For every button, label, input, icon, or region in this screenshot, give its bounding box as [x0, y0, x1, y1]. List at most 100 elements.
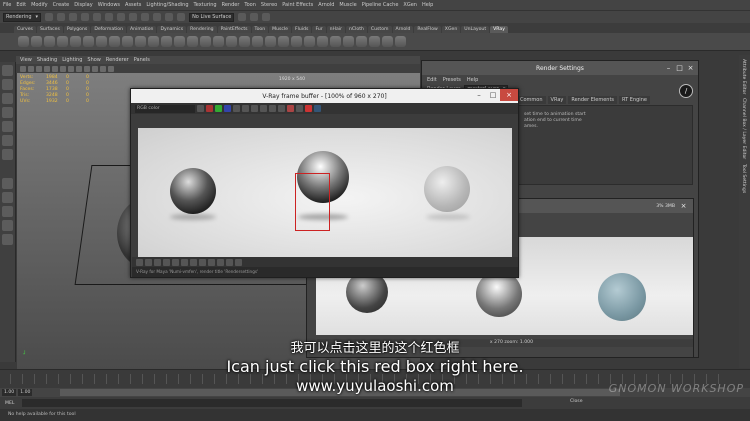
bookmark-icon[interactable]	[28, 65, 34, 72]
resolution-gate-icon[interactable]	[60, 65, 66, 72]
shelf-tool-icon[interactable]	[239, 36, 250, 47]
rotate-tool-icon[interactable]	[2, 121, 13, 132]
two-pane-icon[interactable]	[2, 206, 13, 217]
menu-item[interactable]: Display	[74, 2, 92, 8]
shelf-tab[interactable]: RealFlow	[414, 26, 441, 33]
shelf-tab[interactable]: Polygons	[63, 26, 91, 33]
lens-effects-icon[interactable]	[199, 258, 206, 266]
shelf-tool-icon[interactable]	[109, 36, 120, 47]
new-scene-icon[interactable]	[45, 13, 54, 21]
shelf-tool-icon[interactable]	[343, 36, 354, 47]
four-pane-icon[interactable]	[2, 192, 13, 203]
undo-icon[interactable]	[81, 13, 90, 21]
last-tool-icon[interactable]	[2, 149, 13, 160]
exposure-icon[interactable]	[154, 258, 161, 266]
snap-point-icon[interactable]	[165, 13, 174, 21]
green-channel-icon[interactable]	[215, 105, 222, 112]
shelf-tab[interactable]: Dynamics	[157, 26, 187, 33]
shelf-tool-icon[interactable]	[213, 36, 224, 47]
image-plane-icon[interactable]	[36, 65, 42, 72]
info-icon[interactable]	[235, 258, 242, 266]
shelf-tab[interactable]: Arnold	[392, 26, 414, 33]
menu-item[interactable]: Stereo	[261, 2, 277, 8]
copy-image-icon[interactable]	[269, 105, 276, 112]
maximize-icon[interactable]: □	[674, 63, 685, 72]
tab-render-elements[interactable]: Render Elements	[568, 96, 618, 104]
mode-dropdown[interactable]: Rendering ▾	[3, 12, 42, 22]
region-render-icon[interactable]	[287, 105, 294, 112]
blue-channel-icon[interactable]	[224, 105, 231, 112]
channel-box-tab[interactable]: Channel Box / Layer Editor	[741, 98, 746, 159]
select-hierarchy-icon[interactable]	[105, 13, 114, 21]
shelf-tab[interactable]: XGen	[441, 26, 461, 33]
menu-item[interactable]: Create	[53, 2, 70, 8]
redo-icon[interactable]	[93, 13, 102, 21]
select-component-icon[interactable]	[129, 13, 138, 21]
close-icon[interactable]: ×	[685, 63, 696, 72]
shelf-tab[interactable]: PaintEffects	[217, 26, 251, 33]
shelf-tool-icon[interactable]	[382, 36, 393, 47]
save-scene-icon[interactable]	[69, 13, 78, 21]
shelf-tool-icon[interactable]	[174, 36, 185, 47]
shelf-tab[interactable]: Curves	[14, 26, 36, 33]
shelf-tool-icon[interactable]	[317, 36, 328, 47]
smooth-shade-icon[interactable]	[76, 65, 82, 72]
srgb-icon[interactable]	[190, 258, 197, 266]
scale-tool-icon[interactable]	[2, 135, 13, 146]
shelf-tab[interactable]: Custom	[367, 26, 392, 33]
close-icon[interactable]: ×	[500, 89, 518, 101]
tab-common[interactable]: Common	[517, 96, 546, 104]
render-current-icon[interactable]	[238, 13, 247, 21]
ipr-render-icon[interactable]	[250, 13, 259, 21]
alpha-channel-icon[interactable]	[233, 105, 240, 112]
outliner-pane-icon[interactable]	[2, 220, 13, 231]
red-channel-icon[interactable]	[206, 105, 213, 112]
select-tool-icon[interactable]	[2, 65, 13, 76]
link-icon[interactable]	[296, 105, 303, 112]
shelf-tab[interactable]: VRay	[490, 26, 508, 33]
menu-item[interactable]: Help	[422, 2, 433, 8]
shelf-tool-icon[interactable]	[187, 36, 198, 47]
channel-dropdown[interactable]: RGB color	[135, 104, 195, 113]
vfb-titlebar[interactable]: V-Ray frame buffer - [100% of 960 x 270]…	[131, 89, 518, 103]
lut-icon[interactable]	[172, 258, 179, 266]
histogram-icon[interactable]	[163, 258, 170, 266]
menu-item[interactable]: Muscle	[339, 2, 356, 8]
tab-vray[interactable]: VRay	[547, 96, 567, 104]
menu-item[interactable]: Lighting/Shading	[146, 2, 188, 8]
shelf-tool-icon[interactable]	[18, 36, 29, 47]
shelf-tool-icon[interactable]	[83, 36, 94, 47]
shelf-tool-icon[interactable]	[369, 36, 380, 47]
render-region-red-box[interactable]	[295, 173, 330, 231]
shelf-tab[interactable]: Fluids	[292, 26, 312, 33]
shelf-tool-icon[interactable]	[161, 36, 172, 47]
grid-icon[interactable]	[44, 65, 50, 72]
color-corrections-icon[interactable]	[136, 258, 143, 266]
viewport-menu-item[interactable]: Show	[87, 57, 101, 63]
shelf-tab[interactable]: Muscle	[269, 26, 292, 33]
menu-item[interactable]: Render	[222, 2, 240, 8]
attribute-editor-tab[interactable]: Attribute Editor	[741, 59, 746, 94]
load-image-icon[interactable]	[251, 105, 258, 112]
shelf-tab[interactable]: UnLayout	[461, 26, 490, 33]
shadows-icon[interactable]	[100, 65, 106, 72]
shelf-tool-icon[interactable]	[31, 36, 42, 47]
menu-item[interactable]: Toon	[244, 2, 256, 8]
compare-icon[interactable]	[217, 258, 224, 266]
mel-input[interactable]	[22, 399, 522, 407]
shelf-tool-icon[interactable]	[252, 36, 263, 47]
shelf-tool-icon[interactable]	[330, 36, 341, 47]
viewport-menu-item[interactable]: Shading	[37, 57, 57, 63]
shelf-tool-icon[interactable]	[96, 36, 107, 47]
shelf-tab[interactable]: Animation	[127, 26, 157, 33]
shelf-tool-icon[interactable]	[265, 36, 276, 47]
shelf-tool-icon[interactable]	[278, 36, 289, 47]
minimize-icon[interactable]: –	[663, 63, 674, 72]
open-scene-icon[interactable]	[57, 13, 66, 21]
menu-item[interactable]: Modify	[31, 2, 48, 8]
close-icon[interactable]: ×	[678, 202, 689, 211]
viewport-menu-item[interactable]: Panels	[134, 57, 150, 63]
shelf-tool-icon[interactable]	[356, 36, 367, 47]
snap-curve-icon[interactable]	[153, 13, 162, 21]
live-surface-field[interactable]: No Live Surface	[189, 12, 235, 22]
